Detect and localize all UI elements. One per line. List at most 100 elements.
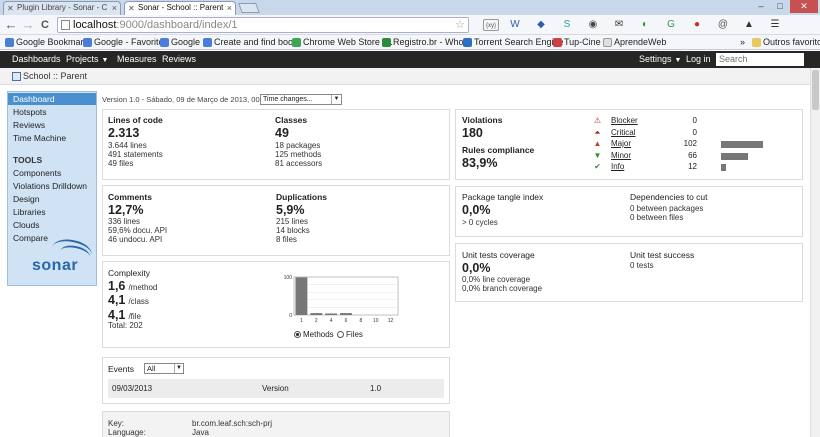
time-changes-select[interactable]: Time changes... ▼ <box>260 94 342 105</box>
bookmark-label: Registro.br - Whois <box>393 37 471 47</box>
complexity-file-value[interactable]: 4,1 <box>108 308 125 322</box>
chrome-web-store-icon <box>292 38 301 47</box>
sidebar-item-violations-drilldown[interactable]: Violations Drilldown <box>13 180 87 192</box>
at-extension-icon[interactable]: @ <box>717 19 729 31</box>
duplications-label: Duplications <box>276 192 328 202</box>
package-tangle-value[interactable]: 0,0% <box>462 203 491 217</box>
bookmarks-overflow-button[interactable]: » <box>740 35 745 49</box>
browser-tab-sonar-school[interactable]: ✕ Sonar - School :: Parent × <box>124 1 236 15</box>
violations-value[interactable]: 180 <box>462 126 483 140</box>
sidebar-item-libraries[interactable]: Libraries <box>13 206 46 218</box>
dot-extension-icon[interactable]: ● <box>691 19 703 31</box>
bookmark-google-bookmark[interactable]: Google Bookmark <box>5 35 88 49</box>
search-input[interactable] <box>716 53 804 66</box>
bookmark-google[interactable]: Google <box>160 35 200 49</box>
sidebar-item-reviews[interactable]: Reviews <box>13 119 45 131</box>
rules-compliance-value[interactable]: 83,9% <box>462 156 497 170</box>
severity-link[interactable]: Blocker <box>611 116 638 126</box>
bookmark-aprendeweb[interactable]: AprendeWeb <box>603 35 666 49</box>
diamond-extension-icon[interactable]: ◆ <box>535 19 547 31</box>
severity-count: 66 <box>688 150 697 160</box>
sidebar-item-clouds[interactable]: Clouds <box>13 219 39 231</box>
xy-extension-icon[interactable]: {xy} <box>483 19 499 31</box>
radio-files[interactable]: Files <box>337 330 363 339</box>
g-extension-icon[interactable]: G <box>665 19 677 31</box>
menu-dashboards[interactable]: Dashboards <box>12 51 61 68</box>
radio-selected-icon <box>294 331 301 338</box>
bookmark-create-and-find[interactable]: Create and find boo... <box>203 35 301 49</box>
bookmark-tup-cine[interactable]: Tup-Cine <box>553 35 601 49</box>
package-cycles: > 0 cycles <box>462 218 498 227</box>
loc-value[interactable]: 2.313 <box>108 126 139 140</box>
complexity-class-unit: /class <box>128 297 149 306</box>
sidebar-item-components[interactable]: Components <box>13 167 61 179</box>
radio-methods[interactable]: Methods <box>294 330 334 339</box>
back-arrow-icon[interactable]: ← <box>4 18 18 32</box>
close-window-button[interactable]: ✕ <box>790 0 818 13</box>
chart-bar <box>310 313 323 315</box>
mail-extension-icon[interactable]: ✉ <box>613 19 625 31</box>
sidebar-item-design[interactable]: Design <box>13 193 39 205</box>
bookmark-torrent-search[interactable]: Torrent Search Engine <box>463 35 564 49</box>
bookmark-star-icon[interactable]: ☆ <box>455 18 465 32</box>
bookmark-outros-favoritos[interactable]: Outros favoritos <box>752 35 820 49</box>
severity-link[interactable]: Minor <box>611 151 631 161</box>
bookmark-registro-br[interactable]: Registro.br - Whois <box>382 35 470 49</box>
sonar-logo[interactable]: sonar <box>32 257 78 275</box>
address-bar[interactable]: localhost:9000/dashboard/index/1 ☆ <box>57 17 469 33</box>
duplicated-files: 8 files <box>276 235 297 244</box>
severity-link[interactable]: Info <box>611 162 624 172</box>
menu-projects[interactable]: Projects ▼ <box>66 51 108 69</box>
events-filter-select[interactable]: All ▼ <box>144 363 184 374</box>
bookmark-label: Chrome Web Store -... <box>303 37 393 47</box>
url-path: :9000/dashboard/index/1 <box>116 19 238 31</box>
menu-label: Projects <box>66 54 99 64</box>
tab-close-icon[interactable]: × <box>112 2 117 14</box>
maximize-window-button[interactable]: □ <box>771 0 789 13</box>
new-tab-button[interactable] <box>238 3 260 13</box>
s-extension-icon[interactable]: S <box>561 19 573 31</box>
circle-extension-icon[interactable]: ◉ <box>587 19 599 31</box>
sonar-top-menu: Dashboards Projects ▼ Measures Reviews Se… <box>0 51 820 68</box>
browser-tab-plugin-library[interactable]: ✕ Plugin Library - Sonar - C × <box>3 1 121 15</box>
complexity-class-value[interactable]: 4,1 <box>108 293 125 307</box>
sidebar-item-dashboard[interactable]: Dashboard <box>8 93 96 105</box>
bookmark-google-favoritos[interactable]: Google - Favoritos <box>83 35 168 49</box>
sidebar-item-compare[interactable]: Compare <box>13 232 48 244</box>
w-extension-icon[interactable]: W <box>509 19 521 31</box>
half-circle-extension-icon[interactable]: ◐ <box>639 19 651 31</box>
classes-value[interactable]: 49 <box>275 126 289 140</box>
tab-title: Sonar - School :: Parent <box>138 3 224 12</box>
breadcrumb-project[interactable]: School :: Parent <box>23 68 87 85</box>
description-widget <box>102 411 450 437</box>
forward-arrow-icon[interactable]: → <box>21 18 35 32</box>
sidebar-item-time-machine[interactable]: Time Machine <box>13 132 66 144</box>
menu-measures[interactable]: Measures <box>117 51 157 68</box>
reload-icon[interactable]: C <box>38 18 52 32</box>
severity-link[interactable]: Major <box>611 139 631 149</box>
sidebar-item-hotspots[interactable]: Hotspots <box>13 106 47 118</box>
menu-reviews[interactable]: Reviews <box>162 51 196 68</box>
classes-accessors: 81 accessors <box>275 159 323 168</box>
x-tick-label: 10 <box>373 318 379 324</box>
triangle-extension-icon[interactable]: ▲ <box>743 19 755 31</box>
menu-icon[interactable]: ☰ <box>769 19 781 31</box>
severity-link[interactable]: Critical <box>611 128 635 138</box>
sonar-favicon-icon: ✕ <box>128 4 135 13</box>
minimize-window-button[interactable]: – <box>752 0 770 13</box>
scrollbar-thumb[interactable] <box>812 70 819 110</box>
loc-files: 49 files <box>108 159 134 168</box>
bookmark-chrome-web-store[interactable]: Chrome Web Store -... <box>292 35 393 49</box>
y-tick-label: 0 <box>289 313 292 319</box>
chart-bar <box>325 313 338 315</box>
blocker-icon: ⚠ <box>593 116 602 125</box>
tab-close-icon[interactable]: × <box>227 2 232 14</box>
page-scrollbar[interactable] <box>810 68 820 437</box>
duplications-value[interactable]: 5,9% <box>276 203 305 217</box>
complexity-method-value[interactable]: 1,6 <box>108 279 125 293</box>
login-link[interactable]: Log in <box>686 51 711 68</box>
comments-value[interactable]: 12,7% <box>108 203 143 217</box>
registro-br-icon <box>382 38 391 47</box>
menu-settings[interactable]: Settings ▼ <box>639 51 681 69</box>
unit-tests-coverage-value[interactable]: 0,0% <box>462 261 491 275</box>
